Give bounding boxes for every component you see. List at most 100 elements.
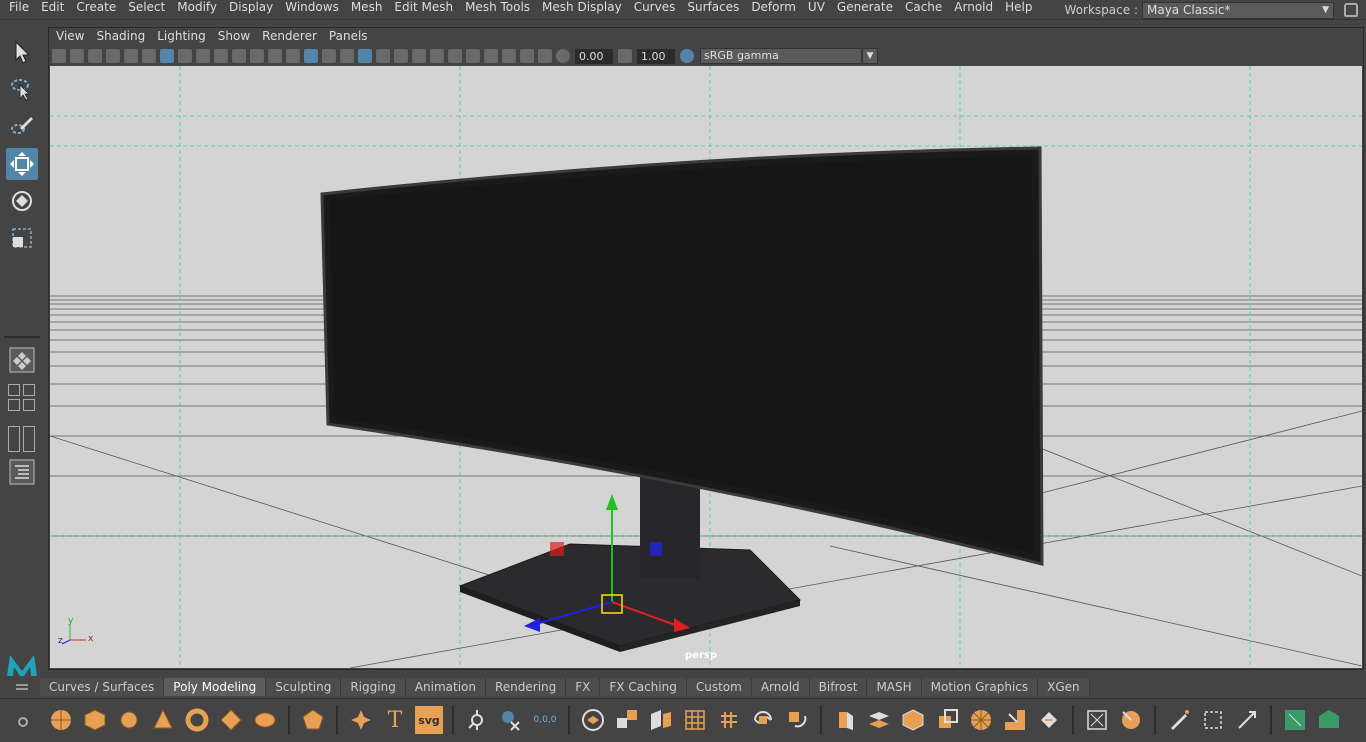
gamma-icon[interactable] <box>618 49 632 63</box>
shelf-tab-fx-caching[interactable]: FX Caching <box>600 678 687 696</box>
bevel-icon[interactable] <box>899 706 927 734</box>
menu-curves[interactable]: Curves <box>628 0 682 20</box>
svg-tool-icon[interactable]: svg <box>415 706 443 734</box>
side-layout-icon[interactable] <box>23 399 35 411</box>
menu-mesh-display[interactable]: Mesh Display <box>536 0 628 20</box>
extract-icon[interactable] <box>647 706 675 734</box>
menu-arnold[interactable]: Arnold <box>948 0 999 20</box>
exposure-field[interactable]: 0.00 <box>575 48 613 64</box>
shelf-tab-custom[interactable]: Custom <box>686 678 752 696</box>
four-view-layout-icon[interactable] <box>8 384 20 396</box>
shelf-tab-poly-modeling[interactable]: Poly Modeling <box>164 678 267 696</box>
remesh-icon[interactable] <box>749 706 777 734</box>
snap-origin-icon[interactable]: 0,0,0 <box>531 706 559 734</box>
menu-cache[interactable]: Cache <box>899 0 948 20</box>
menu-uv[interactable]: UV <box>802 0 831 20</box>
anti-aliasing-icon[interactable] <box>448 49 462 63</box>
target-weld-icon[interactable] <box>1083 706 1111 734</box>
move-tool-icon[interactable] <box>6 148 38 180</box>
shelf-tab-mash[interactable]: MASH <box>867 678 922 696</box>
perspective-viewport[interactable]: y z x persp <box>50 66 1362 668</box>
retopologize-icon[interactable] <box>783 706 811 734</box>
grease-pencil-icon[interactable] <box>142 49 156 63</box>
type-tool-icon[interactable]: T <box>381 706 409 734</box>
shelf-tab-animation[interactable]: Animation <box>405 678 486 696</box>
poly-cone-icon[interactable] <box>149 706 177 734</box>
connect-icon[interactable] <box>1117 706 1145 734</box>
symmetry-icon[interactable] <box>1233 706 1261 734</box>
poly-sphere-icon[interactable] <box>47 706 75 734</box>
resolution-gate-icon[interactable] <box>196 49 210 63</box>
poly-disc-icon[interactable] <box>251 706 279 734</box>
workspace-dropdown[interactable]: Maya Classic* ▼ <box>1142 1 1334 19</box>
uv-unfold-icon[interactable] <box>1315 706 1343 734</box>
transform-constraint-icon[interactable] <box>1199 706 1227 734</box>
uv-editor-icon[interactable] <box>1281 706 1309 734</box>
menu-generate[interactable]: Generate <box>831 0 899 20</box>
poly-plane-icon[interactable] <box>217 706 245 734</box>
front-layout-icon[interactable] <box>8 399 20 411</box>
menu-deform[interactable]: Deform <box>745 0 802 20</box>
camera-select-icon[interactable] <box>52 49 66 63</box>
film-gate-icon[interactable] <box>178 49 192 63</box>
shelf-tab-arnold[interactable]: Arnold <box>751 678 810 696</box>
safe-title-icon[interactable] <box>268 49 282 63</box>
depth-of-field-icon[interactable] <box>466 49 480 63</box>
menu-mesh-tools[interactable]: Mesh Tools <box>459 0 536 20</box>
xray-components-icon[interactable] <box>538 49 552 63</box>
panel-menu-panels[interactable]: Panels <box>323 28 374 46</box>
poly-cylinder-icon[interactable] <box>115 706 143 734</box>
shelf-tab-fx[interactable]: FX <box>566 678 601 696</box>
menu-display[interactable]: Display <box>223 0 279 20</box>
two-d-pan-zoom-icon[interactable] <box>124 49 138 63</box>
xray-icon[interactable] <box>502 49 516 63</box>
wireframe-icon[interactable] <box>286 49 300 63</box>
persp-graph-layout-icon[interactable] <box>23 426 35 452</box>
multi-cut-icon[interactable] <box>1035 706 1063 734</box>
mirror-tool-icon[interactable] <box>497 706 525 734</box>
shelf-tab-sculpting[interactable]: Sculpting <box>266 678 342 696</box>
menu-edit[interactable]: Edit <box>35 0 70 20</box>
extrude-icon[interactable] <box>831 706 859 734</box>
outliner-icon[interactable] <box>6 456 38 488</box>
gear-icon[interactable] <box>18 717 28 727</box>
mesh-smooth-icon[interactable] <box>681 706 709 734</box>
panel-menu-show[interactable]: Show <box>212 28 256 46</box>
fill-hole-icon[interactable] <box>933 706 961 734</box>
lock-icon[interactable] <box>1344 3 1358 17</box>
shadows-icon[interactable] <box>394 49 408 63</box>
color-space-dropdown[interactable]: sRGB gamma ▼ <box>700 48 878 64</box>
menu-surfaces[interactable]: Surfaces <box>681 0 745 20</box>
shelf-tab-rigging[interactable]: Rigging <box>341 678 406 696</box>
shelf-tab-curves-surfaces[interactable]: Curves / Surfaces <box>40 678 165 696</box>
super-shape-icon[interactable] <box>347 706 375 734</box>
lasso-tool-icon[interactable] <box>6 73 38 105</box>
use-all-lights-icon[interactable] <box>376 49 390 63</box>
scale-tool-icon[interactable] <box>6 222 38 254</box>
rotate-tool-icon[interactable] <box>6 185 38 217</box>
menu-create[interactable]: Create <box>70 0 122 20</box>
menu-modify[interactable]: Modify <box>171 0 223 20</box>
reduce-icon[interactable] <box>715 706 743 734</box>
panel-menu-view[interactable]: View <box>50 28 90 46</box>
field-chart-icon[interactable] <box>232 49 246 63</box>
menu-edit-mesh[interactable]: Edit Mesh <box>388 0 459 20</box>
gate-mask-icon[interactable] <box>214 49 228 63</box>
grid-toggle-icon[interactable] <box>160 49 174 63</box>
poly-cube-icon[interactable] <box>81 706 109 734</box>
isolate-select-icon[interactable] <box>484 49 498 63</box>
menu-mesh[interactable]: Mesh <box>345 0 389 20</box>
xray-joints-icon[interactable] <box>520 49 534 63</box>
paint-select-tool-icon[interactable] <box>6 110 38 142</box>
shelf-menu-icon[interactable] <box>16 684 28 690</box>
sweep-mesh-icon[interactable] <box>463 706 491 734</box>
wireframe-on-shaded-icon[interactable] <box>340 49 354 63</box>
menu-file[interactable]: File <box>0 0 35 20</box>
motion-blur-icon[interactable] <box>430 49 444 63</box>
panel-menu-lighting[interactable]: Lighting <box>151 28 212 46</box>
default-material-icon[interactable] <box>322 49 336 63</box>
persp-outliner-layout-icon[interactable] <box>23 384 35 396</box>
sculpt-brush-icon[interactable] <box>1165 706 1193 734</box>
gamma-field[interactable]: 1.00 <box>637 48 675 64</box>
exposure-icon[interactable] <box>556 49 570 63</box>
